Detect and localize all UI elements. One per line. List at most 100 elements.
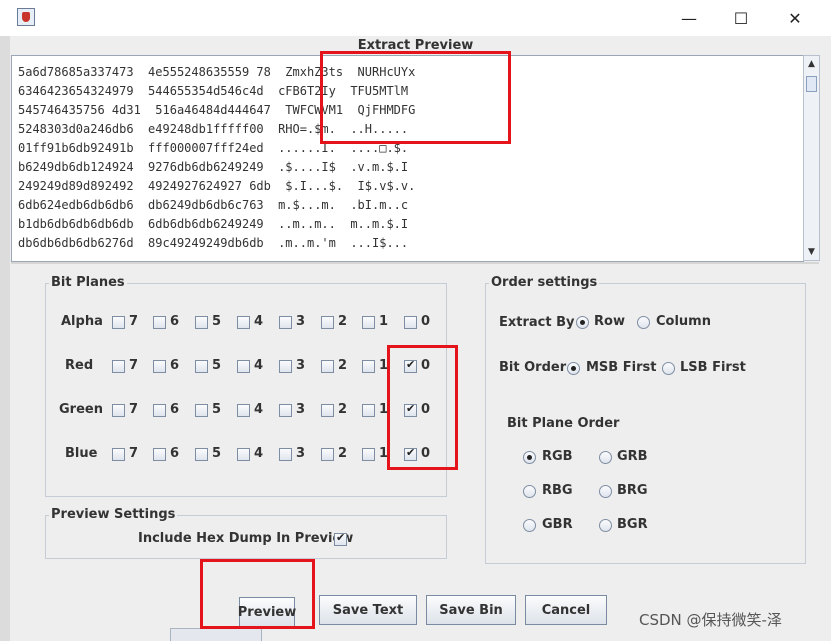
bit-checkbox-red-4[interactable] <box>237 360 250 373</box>
bit-checkbox-blue-6[interactable] <box>153 448 166 461</box>
bit-checkbox-red-5[interactable] <box>195 360 208 373</box>
bit-checkbox-label: 1 <box>379 358 389 373</box>
extract-column-label: Column <box>656 314 711 329</box>
bit-checkbox-label: 2 <box>338 402 348 417</box>
bit-checkbox-label: 7 <box>129 402 139 417</box>
cancel-button[interactable]: Cancel <box>525 595 607 625</box>
scroll-down-icon[interactable]: ▼ <box>806 246 817 258</box>
java-app-icon <box>17 8 35 26</box>
bit-checkbox-label: 2 <box>338 314 348 329</box>
bit-checkbox-red-6[interactable] <box>153 360 166 373</box>
bit-checkbox-label: 4 <box>254 314 264 329</box>
bit-checkbox-blue-5[interactable] <box>195 448 208 461</box>
brg-radio[interactable] <box>599 485 612 498</box>
bit-checkbox-green-5[interactable] <box>195 404 208 417</box>
bit-checkbox-alpha-2[interactable] <box>321 316 334 329</box>
bit-checkbox-blue-1[interactable] <box>362 448 375 461</box>
scroll-up-icon[interactable]: ▲ <box>806 58 817 70</box>
gbr-radio[interactable] <box>523 519 536 532</box>
bit-checkbox-green-3[interactable] <box>279 404 292 417</box>
minimize-button[interactable]: — <box>666 4 712 32</box>
extract-column-radio[interactable] <box>637 316 650 329</box>
bit-checkbox-label: 1 <box>379 446 389 461</box>
hex-dump-label: Include Hex Dump In Preview <box>138 531 354 546</box>
bit-checkbox-label: 0 <box>421 314 431 329</box>
hex-dump-checkbox[interactable] <box>334 531 347 546</box>
bit-checkbox-blue-3[interactable] <box>279 448 292 461</box>
lsb-first-label: LSB First <box>680 360 746 375</box>
bit-checkbox-label: 6 <box>170 358 180 373</box>
bit-checkbox-alpha-3[interactable] <box>279 316 292 329</box>
maximize-button[interactable]: ☐ <box>718 4 764 32</box>
rbg-radio[interactable] <box>523 485 536 498</box>
bit-checkbox-blue-2[interactable] <box>321 448 334 461</box>
bit-checkbox-red-2[interactable] <box>321 360 334 373</box>
bit-checkbox-green-4[interactable] <box>237 404 250 417</box>
gbr-label: GBR <box>542 517 573 532</box>
alpha-label: Alpha <box>61 314 103 329</box>
rgb-radio[interactable] <box>523 451 536 464</box>
preview-line: b6249db6db124924 9276db6db6249249 .$....… <box>18 160 409 174</box>
brg-label: BRG <box>617 483 648 498</box>
bit-checkbox-green-1[interactable] <box>362 404 375 417</box>
bit-checkbox-label: 4 <box>254 446 264 461</box>
bgr-radio[interactable] <box>599 519 612 532</box>
bit-checkbox-label: 3 <box>296 446 306 461</box>
bgr-label: BGR <box>617 517 648 532</box>
bit-checkbox-label: 5 <box>212 314 222 329</box>
highlight-preview-button <box>200 559 315 629</box>
bit-checkbox-label: 2 <box>338 358 348 373</box>
green-label: Green <box>59 402 103 417</box>
preview-line: 249249d89d892492 4924927624927 6db $.I..… <box>18 179 416 193</box>
msb-first-radio[interactable] <box>567 362 580 375</box>
bit-checkbox-red-7[interactable] <box>112 360 125 373</box>
bit-checkbox-alpha-4[interactable] <box>237 316 250 329</box>
bit-checkbox-label: 5 <box>212 358 222 373</box>
bit-checkbox-alpha-5[interactable] <box>195 316 208 329</box>
bit-checkbox-label: 3 <box>296 358 306 373</box>
highlight-ascii-flag <box>320 51 511 144</box>
bit-checkbox-red-3[interactable] <box>279 360 292 373</box>
close-button[interactable]: ✕ <box>772 4 818 32</box>
bit-checkbox-label: 7 <box>129 446 139 461</box>
bit-checkbox-alpha-6[interactable] <box>153 316 166 329</box>
bit-checkbox-label: 1 <box>379 314 389 329</box>
bit-checkbox-green-7[interactable] <box>112 404 125 417</box>
bit-checkbox-label: 1 <box>379 402 389 417</box>
bit-checkbox-alpha-0[interactable] <box>404 316 417 329</box>
bit-checkbox-label: 4 <box>254 358 264 373</box>
scroll-thumb[interactable] <box>806 76 817 92</box>
blue-label: Blue <box>65 446 98 461</box>
bit-plane-order-label: Bit Plane Order <box>507 416 620 431</box>
grb-label: GRB <box>617 449 648 464</box>
save-bin-button[interactable]: Save Bin <box>426 595 516 625</box>
save-text-button[interactable]: Save Text <box>319 595 417 625</box>
extract-row-radio[interactable] <box>576 316 589 329</box>
bit-checkbox-label: 3 <box>296 314 306 329</box>
bit-checkbox-blue-4[interactable] <box>237 448 250 461</box>
bit-checkbox-label: 4 <box>254 402 264 417</box>
bit-checkbox-alpha-7[interactable] <box>112 316 125 329</box>
preview-scrollbar[interactable]: ▲ ▼ <box>803 55 820 261</box>
bit-checkbox-blue-7[interactable] <box>112 448 125 461</box>
bit-checkbox-red-0[interactable] <box>404 358 417 373</box>
bit-checkbox-label: 7 <box>129 358 139 373</box>
bit-checkbox-green-2[interactable] <box>321 404 334 417</box>
bit-checkbox-green-6[interactable] <box>153 404 166 417</box>
lsb-first-radio[interactable] <box>662 362 675 375</box>
bit-checkbox-red-1[interactable] <box>362 360 375 373</box>
bit-checkbox-alpha-1[interactable] <box>362 316 375 329</box>
extract-row-label: Row <box>594 314 625 329</box>
red-label: Red <box>65 358 94 373</box>
grb-radio[interactable] <box>599 451 612 464</box>
splitter[interactable] <box>11 262 819 264</box>
bit-checkbox-green-0[interactable] <box>404 402 417 417</box>
bit-order-label: Bit Order <box>499 360 567 375</box>
bit-checkbox-label: 6 <box>170 402 180 417</box>
bit-checkbox-label: 0 <box>421 358 431 373</box>
preview-line: 6db624edb6db6db6 db6249db6db6c763 m.$...… <box>18 198 409 212</box>
bit-checkbox-blue-0[interactable] <box>404 446 417 461</box>
watermark: CSDN @保持微笑-泽 <box>639 611 782 629</box>
bit-checkbox-label: 7 <box>129 314 139 329</box>
bit-checkbox-label: 0 <box>421 446 431 461</box>
